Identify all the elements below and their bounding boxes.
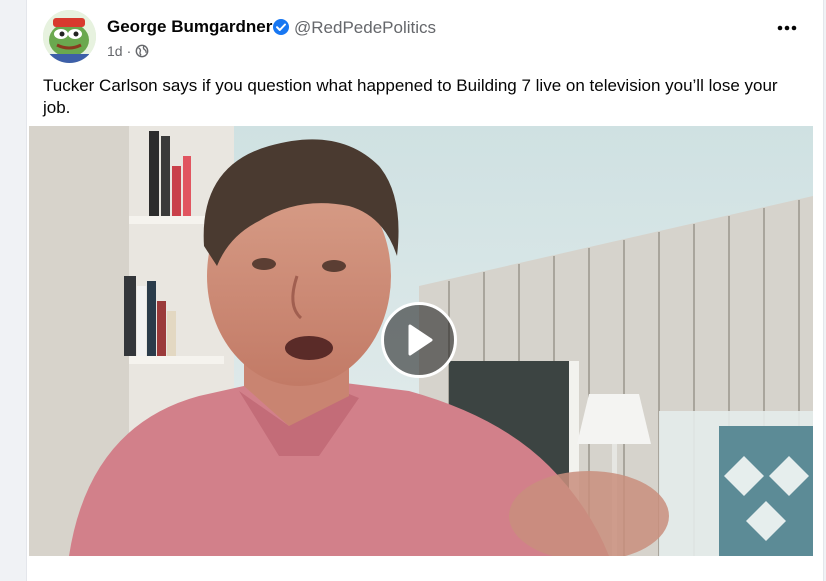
video-player[interactable]: [29, 126, 813, 556]
author-handle[interactable]: @RedPedePolitics: [294, 18, 436, 38]
avatar-image: [43, 10, 96, 63]
post-time[interactable]: 1d: [107, 43, 123, 59]
more-options-button[interactable]: [773, 14, 801, 42]
post-card: George Bumgardner @RedPedePolitics 1d · …: [26, 0, 824, 581]
more-options-icon: [777, 25, 797, 31]
post-text: Tucker Carlson says if you question what…: [43, 76, 778, 117]
play-icon: [408, 324, 433, 356]
play-button[interactable]: [381, 302, 457, 378]
avatar[interactable]: [43, 10, 96, 63]
author-name[interactable]: George Bumgardner: [107, 17, 272, 37]
post-meta: 1d ·: [107, 43, 149, 59]
meta-separator: ·: [126, 43, 132, 59]
verified-badge-icon: [273, 19, 289, 35]
globe-icon[interactable]: [135, 44, 149, 58]
